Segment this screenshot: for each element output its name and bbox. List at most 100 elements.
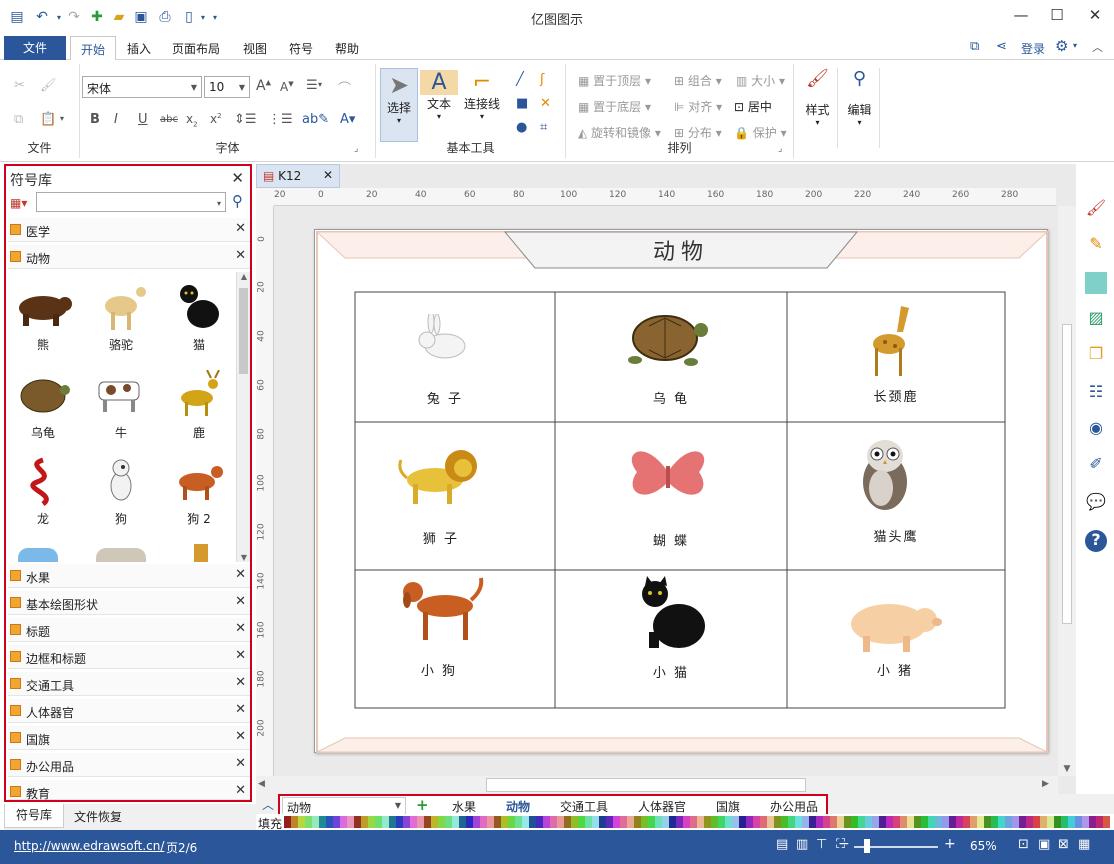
color-swatch[interactable] (326, 816, 333, 828)
grow-font-icon[interactable]: A▲ (256, 78, 271, 94)
settings-gear-icon[interactable]: ⚙ (1055, 37, 1068, 55)
close-category-icon[interactable]: ✕ (235, 248, 246, 263)
paste-icon[interactable]: 📋 (40, 112, 56, 127)
color-swatch[interactable] (872, 816, 879, 828)
italic-icon[interactable]: I (114, 112, 118, 127)
color-swatch[interactable] (319, 816, 326, 828)
library-menu-icon[interactable]: ▦▾ (10, 196, 27, 210)
tab-view[interactable]: 视图 (243, 40, 267, 57)
color-swatch[interactable] (914, 816, 921, 828)
tab-symbols[interactable]: 符号 (289, 40, 313, 57)
line-panel-icon[interactable]: ✎ (1085, 234, 1107, 256)
category-medical[interactable]: 医学 ✕ (8, 218, 250, 242)
color-swatch[interactable] (480, 816, 487, 828)
color-swatch[interactable] (984, 816, 991, 828)
underline-icon[interactable]: U (138, 112, 148, 127)
color-swatch[interactable] (795, 816, 802, 828)
share-screen-icon[interactable]: ⧉ (970, 39, 979, 54)
color-swatch[interactable] (382, 816, 389, 828)
text-path-icon[interactable]: ⌒ (338, 78, 351, 97)
maximize-button[interactable]: ☐ (1042, 6, 1072, 26)
curve-tool-icon[interactable]: ʃ (540, 72, 544, 87)
tab-help[interactable]: 帮助 (335, 40, 359, 57)
notes-panel-icon[interactable]: ✐ (1085, 454, 1107, 476)
color-swatch[interactable] (935, 816, 942, 828)
align-button[interactable]: ⊫ 对齐 ▾ (674, 98, 722, 115)
cell-label-pig[interactable]: 小 猪 (865, 660, 925, 679)
zoom-level[interactable]: 65% (970, 839, 997, 853)
vscroll-down-icon[interactable]: ▼ (1058, 764, 1076, 774)
owl-icon[interactable] (855, 434, 917, 518)
color-swatch[interactable] (704, 816, 711, 828)
color-swatch[interactable] (788, 816, 795, 828)
page-heading[interactable]: 动物 (615, 234, 747, 266)
category-fruit[interactable]: 水果 ✕ (8, 564, 250, 588)
cell-label-turtle[interactable]: 乌 龟 (641, 388, 701, 407)
fill-panel-icon[interactable]: 🖌 (1085, 198, 1107, 220)
font-color-icon[interactable]: A▾ (340, 112, 355, 127)
settings-dropdown-icon[interactable]: ▾ (1073, 41, 1077, 50)
login-link[interactable]: 登录 (1021, 40, 1045, 57)
color-swatch[interactable] (655, 816, 662, 828)
bring-to-front-button[interactable]: ▦ 置于顶层 ▾ (578, 72, 651, 89)
symbol-camel[interactable]: 骆驼 (86, 282, 156, 353)
color-swatch[interactable] (403, 816, 410, 828)
superscript-icon[interactable]: x2 (210, 112, 222, 126)
symbol-deer[interactable]: 鹿 (164, 370, 234, 441)
symbol-turtle[interactable]: 乌龟 (8, 370, 78, 441)
color-swatch[interactable] (970, 816, 977, 828)
color-swatch[interactable] (886, 816, 893, 828)
elephant-symbol-partial[interactable] (96, 548, 146, 562)
close-category-icon[interactable]: ✕ (235, 783, 246, 798)
color-swatch[interactable] (1005, 816, 1012, 828)
center-button[interactable]: ⊡ 居中 (734, 98, 772, 115)
color-swatch[interactable] (585, 816, 592, 828)
color-swatch[interactable] (816, 816, 823, 828)
shadow-panel-icon[interactable] (1085, 272, 1107, 294)
collapse-page-bar-icon[interactable]: ︿ (262, 796, 274, 813)
symbol-dog-2[interactable]: 狗 2 (164, 456, 234, 527)
document-tab[interactable]: ▤ K12 ✕ (256, 164, 340, 188)
zoom-out-icon[interactable]: − (838, 836, 850, 852)
text-tool-button[interactable]: A 文本 ▾ (420, 68, 458, 142)
color-swatch[interactable] (305, 816, 312, 828)
color-swatch[interactable] (858, 816, 865, 828)
color-swatch[interactable] (1054, 816, 1061, 828)
close-category-icon[interactable]: ✕ (235, 729, 246, 744)
color-swatch[interactable] (515, 816, 522, 828)
file-menu-button[interactable]: 文件 (4, 36, 66, 60)
tab-file-recovery[interactable]: 文件恢复 (74, 808, 122, 825)
color-swatch[interactable] (963, 816, 970, 828)
page-panel-icon[interactable]: ☷ (1085, 382, 1107, 404)
color-swatch[interactable] (711, 816, 718, 828)
rabbit-icon[interactable] (413, 314, 473, 364)
category-office[interactable]: 办公用品 ✕ (8, 753, 250, 777)
color-swatch[interactable] (501, 816, 508, 828)
turtle-icon[interactable] (621, 302, 711, 374)
tab-home[interactable]: 开始 (70, 36, 117, 61)
category-organs[interactable]: 人体器官 ✕ (8, 699, 250, 723)
color-swatch[interactable] (452, 816, 459, 828)
color-swatch[interactable] (956, 816, 963, 828)
color-swatch[interactable] (844, 816, 851, 828)
cell-label-rabbit[interactable]: 兔 子 (415, 388, 475, 407)
scroll-thumb[interactable] (239, 288, 248, 374)
color-swatch[interactable] (697, 816, 704, 828)
color-swatches[interactable] (284, 816, 1114, 828)
dog-icon[interactable] (397, 576, 489, 646)
search-icon[interactable]: ⚲ (232, 192, 243, 210)
send-to-back-button[interactable]: ▦ 置于底层 ▾ (578, 98, 651, 115)
color-swatch[interactable] (998, 816, 1005, 828)
symbol-dragon[interactable]: 龙 (8, 456, 78, 527)
close-category-icon[interactable]: ✕ (235, 621, 246, 636)
color-swatch[interactable] (949, 816, 956, 828)
close-document-icon[interactable]: ✕ (323, 168, 333, 182)
highlight-color-icon[interactable]: ab✎ (302, 112, 329, 127)
giraffe-icon[interactable] (861, 302, 921, 378)
close-category-icon[interactable]: ✕ (235, 702, 246, 717)
color-swatch[interactable] (634, 816, 641, 828)
butterfly-icon[interactable] (625, 442, 711, 508)
scroll-down-icon[interactable]: ▼ (237, 553, 251, 562)
layers-panel-icon[interactable]: ❐ (1085, 344, 1107, 366)
align-dropdown-icon[interactable]: ▾ (318, 80, 322, 89)
